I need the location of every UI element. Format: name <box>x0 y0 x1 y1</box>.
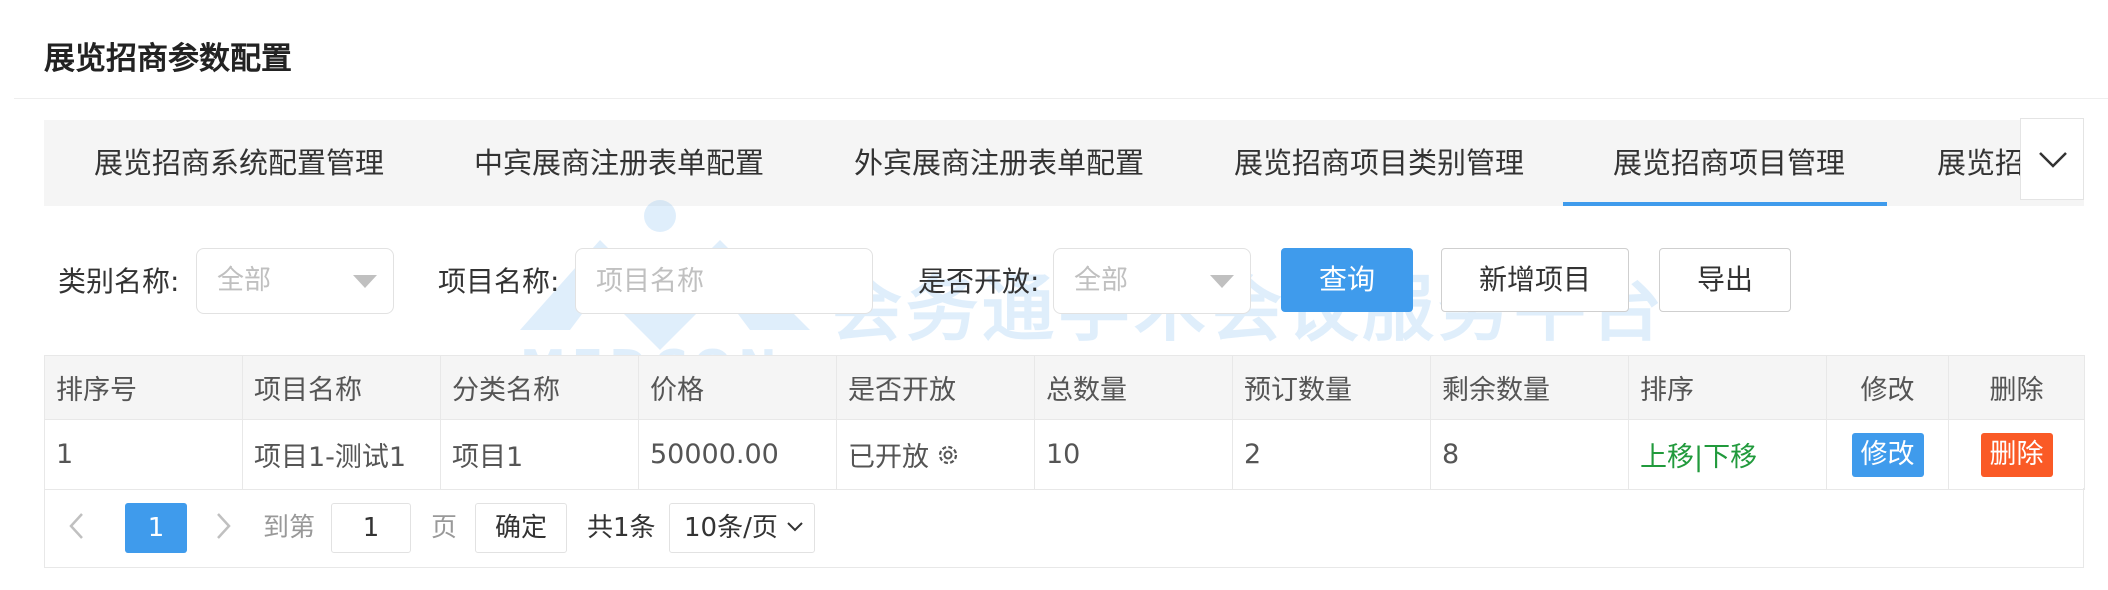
category-filter-label: 类别名称: <box>58 265 180 298</box>
category-select-value: 全部 <box>217 265 271 296</box>
goto-confirm-button[interactable]: 确定 <box>475 503 567 553</box>
col-sort: 排序 <box>1628 355 1827 420</box>
cell-edit: 修改 <box>1826 419 1949 490</box>
open-filter-label: 是否开放: <box>918 265 1040 298</box>
prev-page-icon[interactable] <box>67 506 87 550</box>
table-row: 1 项目1-测试1 项目1 50000.00 已开放 10 2 8 上移|下移 … <box>44 419 2085 490</box>
open-status-select[interactable]: 全部 <box>1053 248 1251 314</box>
pagination: 1 到第 页 确定 共1条 10条/页 <box>44 488 2084 568</box>
project-table: 排序号 项目名称 分类名称 价格 是否开放 总数量 预订数量 剩余数量 排序 修… <box>44 355 2085 490</box>
total-count: 共1条 <box>587 513 656 543</box>
cell-sort: 上移|下移 <box>1628 419 1827 490</box>
add-project-button[interactable]: 新增项目 <box>1441 248 1629 312</box>
open-status-select-value: 全部 <box>1074 265 1128 296</box>
page-unit-label: 页 <box>431 513 458 543</box>
col-total: 总数量 <box>1034 355 1233 420</box>
title-divider <box>14 98 2108 99</box>
query-button[interactable]: 查询 <box>1281 248 1413 312</box>
cell-category: 项目1 <box>440 419 639 490</box>
page-number-current[interactable]: 1 <box>125 503 187 553</box>
caret-down-icon <box>1210 275 1234 288</box>
cell-price: 50000.00 <box>638 419 837 490</box>
page-size-select[interactable]: 10条/页 <box>669 503 815 553</box>
cell-remaining: 8 <box>1430 419 1629 490</box>
col-category-name: 分类名称 <box>440 355 639 420</box>
goto-label: 到第 <box>263 513 316 543</box>
cell-project-name: 项目1-测试1 <box>242 419 441 490</box>
col-order: 排序号 <box>44 355 243 420</box>
col-delete: 删除 <box>1948 355 2085 420</box>
goto-page-input[interactable] <box>331 503 411 553</box>
tab-domestic-form[interactable]: 中宾展商注册表单配置 <box>474 120 764 206</box>
col-remaining: 剩余数量 <box>1430 355 1629 420</box>
cell-order: 1 <box>44 419 243 490</box>
project-name-input[interactable] <box>575 248 873 314</box>
gear-icon[interactable] <box>935 442 961 475</box>
tab-more-truncated[interactable]: 展览招商 <box>1937 120 2027 206</box>
move-down-link[interactable]: 下移 <box>1703 442 1757 473</box>
col-edit: 修改 <box>1826 355 1949 420</box>
col-open: 是否开放 <box>836 355 1035 420</box>
tab-foreign-form[interactable]: 外宾展商注册表单配置 <box>854 120 1144 206</box>
table-header-row: 排序号 项目名称 分类名称 价格 是否开放 总数量 预订数量 剩余数量 排序 修… <box>44 355 2085 420</box>
col-price: 价格 <box>638 355 837 420</box>
tab-system-config[interactable]: 展览招商系统配置管理 <box>94 120 384 206</box>
caret-down-icon <box>353 275 377 288</box>
chevron-down-icon <box>787 522 803 532</box>
tab-category-management[interactable]: 展览招商项目类别管理 <box>1234 120 1524 206</box>
move-up-link[interactable]: 上移 <box>1640 442 1694 473</box>
page-title: 展览招商参数配置 <box>44 41 292 77</box>
tab-project-management[interactable]: 展览招商项目管理 <box>1563 120 1887 206</box>
chevron-down-icon <box>2039 152 2067 168</box>
cell-total: 10 <box>1034 419 1233 490</box>
col-project-name: 项目名称 <box>242 355 441 420</box>
tab-overflow-button[interactable] <box>2020 118 2084 200</box>
sort-separator: | <box>1694 442 1704 473</box>
project-name-filter-label: 项目名称: <box>438 265 560 298</box>
export-button[interactable]: 导出 <box>1659 248 1791 312</box>
category-select[interactable]: 全部 <box>196 248 394 314</box>
cell-open: 已开放 <box>836 419 1035 490</box>
next-page-icon[interactable] <box>213 506 233 550</box>
page-size-value: 10条/页 <box>684 513 778 543</box>
col-booked: 预订数量 <box>1232 355 1431 420</box>
delete-button[interactable]: 删除 <box>1980 432 2053 477</box>
open-status-text: 已开放 <box>848 441 929 473</box>
cell-delete: 删除 <box>1948 419 2085 490</box>
tab-bar: 展览招商系统配置管理 中宾展商注册表单配置 外宾展商注册表单配置 展览招商项目类… <box>44 120 2084 206</box>
edit-button[interactable]: 修改 <box>1851 432 1924 477</box>
cell-booked: 2 <box>1232 419 1431 490</box>
